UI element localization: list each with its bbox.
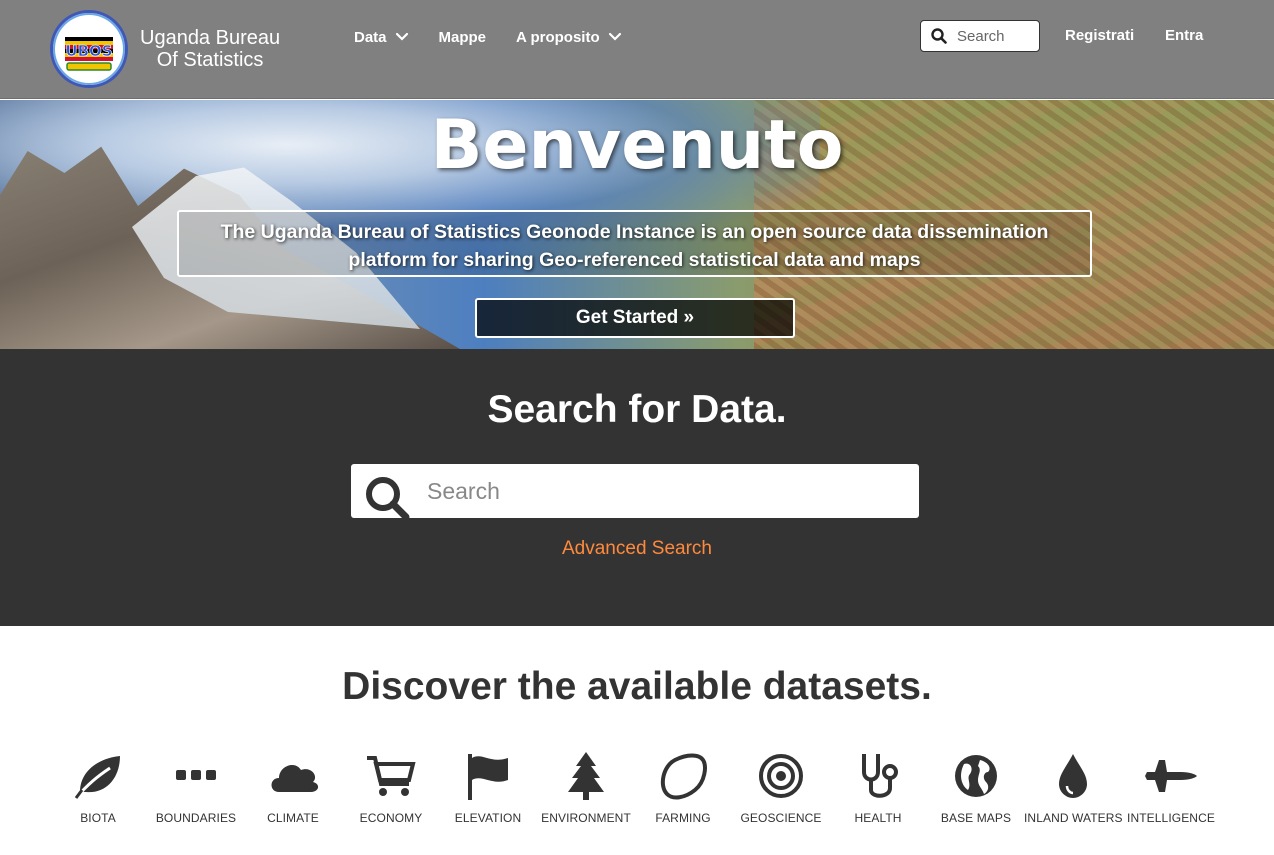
- tree-icon: [568, 752, 604, 800]
- main-search-box[interactable]: [351, 464, 919, 521]
- ubos-logo[interactable]: UBOS: [50, 10, 128, 88]
- category-elevation[interactable]: ELEVATION: [439, 750, 537, 825]
- water-drop-icon: [1059, 754, 1087, 798]
- category-boundaries[interactable]: BOUNDARIES: [147, 750, 245, 825]
- menu-mappe-label: Mappe: [438, 28, 487, 46]
- ellipsis-icon: [176, 770, 216, 780]
- discover-title: Discover the available datasets.: [342, 665, 932, 708]
- hero-banner: Benvenuto The Uganda Bureau of Statistic…: [0, 100, 1274, 349]
- category-label: FARMING: [655, 811, 711, 825]
- menu-data[interactable]: Data: [354, 26, 409, 48]
- category-farming[interactable]: FARMING: [634, 750, 732, 825]
- navbar: UBOS Uganda Bureau Of Statistics Data Ma…: [0, 0, 1274, 99]
- category-climate[interactable]: CLIMATE: [244, 750, 342, 825]
- category-label: BOUNDARIES: [155, 811, 237, 825]
- menu-about-label: A proposito: [516, 28, 600, 46]
- search-icon: [366, 477, 410, 521]
- register-link[interactable]: Registrati: [1065, 27, 1134, 44]
- main-search-input[interactable]: [427, 474, 897, 508]
- category-label: CLIMATE: [267, 811, 319, 825]
- chevron-down-icon: [395, 32, 408, 41]
- category-economy[interactable]: ECONOMY: [342, 750, 440, 825]
- category-label: INTELLIGENCE: [1127, 811, 1215, 825]
- category-label: INLAND WATERS: [1024, 811, 1123, 825]
- category-list: BIOTA BOUNDARIES CLIMATE ECONOMY ELEVATI…: [49, 750, 1219, 830]
- category-biota[interactable]: BIOTA: [49, 750, 147, 825]
- category-inland-waters[interactable]: INLAND WATERS: [1024, 750, 1123, 825]
- category-label: BIOTA: [80, 811, 116, 825]
- stethoscope-icon: [862, 754, 898, 798]
- navbar-search[interactable]: [920, 20, 1040, 52]
- search-title: Search for Data.: [487, 388, 787, 431]
- brand[interactable]: UBOS Uganda Bureau Of Statistics: [50, 10, 280, 88]
- get-started-button[interactable]: Get Started »: [475, 298, 795, 338]
- menu-data-label: Data: [354, 28, 387, 46]
- login-link[interactable]: Entra: [1165, 27, 1203, 44]
- cart-icon: [367, 756, 416, 796]
- search-section: Search for Data. Advanced Search: [0, 349, 1274, 626]
- hero-title: Benvenuto: [430, 106, 844, 185]
- category-base-maps[interactable]: BASE MAPS: [927, 750, 1025, 825]
- logo-text: UBOS: [65, 42, 112, 60]
- category-health[interactable]: HEALTH: [829, 750, 927, 825]
- target-icon: [759, 754, 803, 798]
- brand-line-2: Of Statistics: [156, 49, 264, 71]
- fighter-jet-icon: [1145, 760, 1197, 792]
- category-intelligence[interactable]: INTELLIGENCE: [1122, 750, 1220, 825]
- menu-mappe[interactable]: Mappe: [439, 26, 487, 48]
- brand-name[interactable]: Uganda Bureau Of Statistics: [140, 27, 280, 71]
- category-label: ENVIRONMENT: [541, 811, 631, 825]
- leaf-icon: [74, 756, 120, 799]
- advanced-search-link[interactable]: Advanced Search: [0, 538, 1274, 560]
- menu-about[interactable]: A proposito: [516, 26, 622, 48]
- category-environment[interactable]: ENVIRONMENT: [537, 750, 635, 825]
- hero-description: The Uganda Bureau of Statistics Geonode …: [177, 210, 1092, 277]
- navbar-search-input[interactable]: [957, 27, 1033, 45]
- brand-line-1: Uganda Bureau: [140, 27, 281, 49]
- category-label: ELEVATION: [454, 811, 522, 825]
- category-label: BASE MAPS: [940, 811, 1012, 825]
- chevron-down-icon: [608, 32, 621, 41]
- cloud-icon: [271, 764, 319, 792]
- category-label: HEALTH: [854, 811, 902, 825]
- flag-icon: [468, 754, 508, 800]
- lemon-icon: [660, 753, 707, 800]
- search-icon: [931, 28, 947, 44]
- category-label: GEOSCIENCE: [740, 811, 822, 825]
- main-menu: Data Mappe A proposito: [354, 26, 652, 48]
- category-label: ECONOMY: [359, 811, 423, 825]
- globe-icon: [955, 755, 997, 797]
- category-geoscience[interactable]: GEOSCIENCE: [732, 750, 830, 825]
